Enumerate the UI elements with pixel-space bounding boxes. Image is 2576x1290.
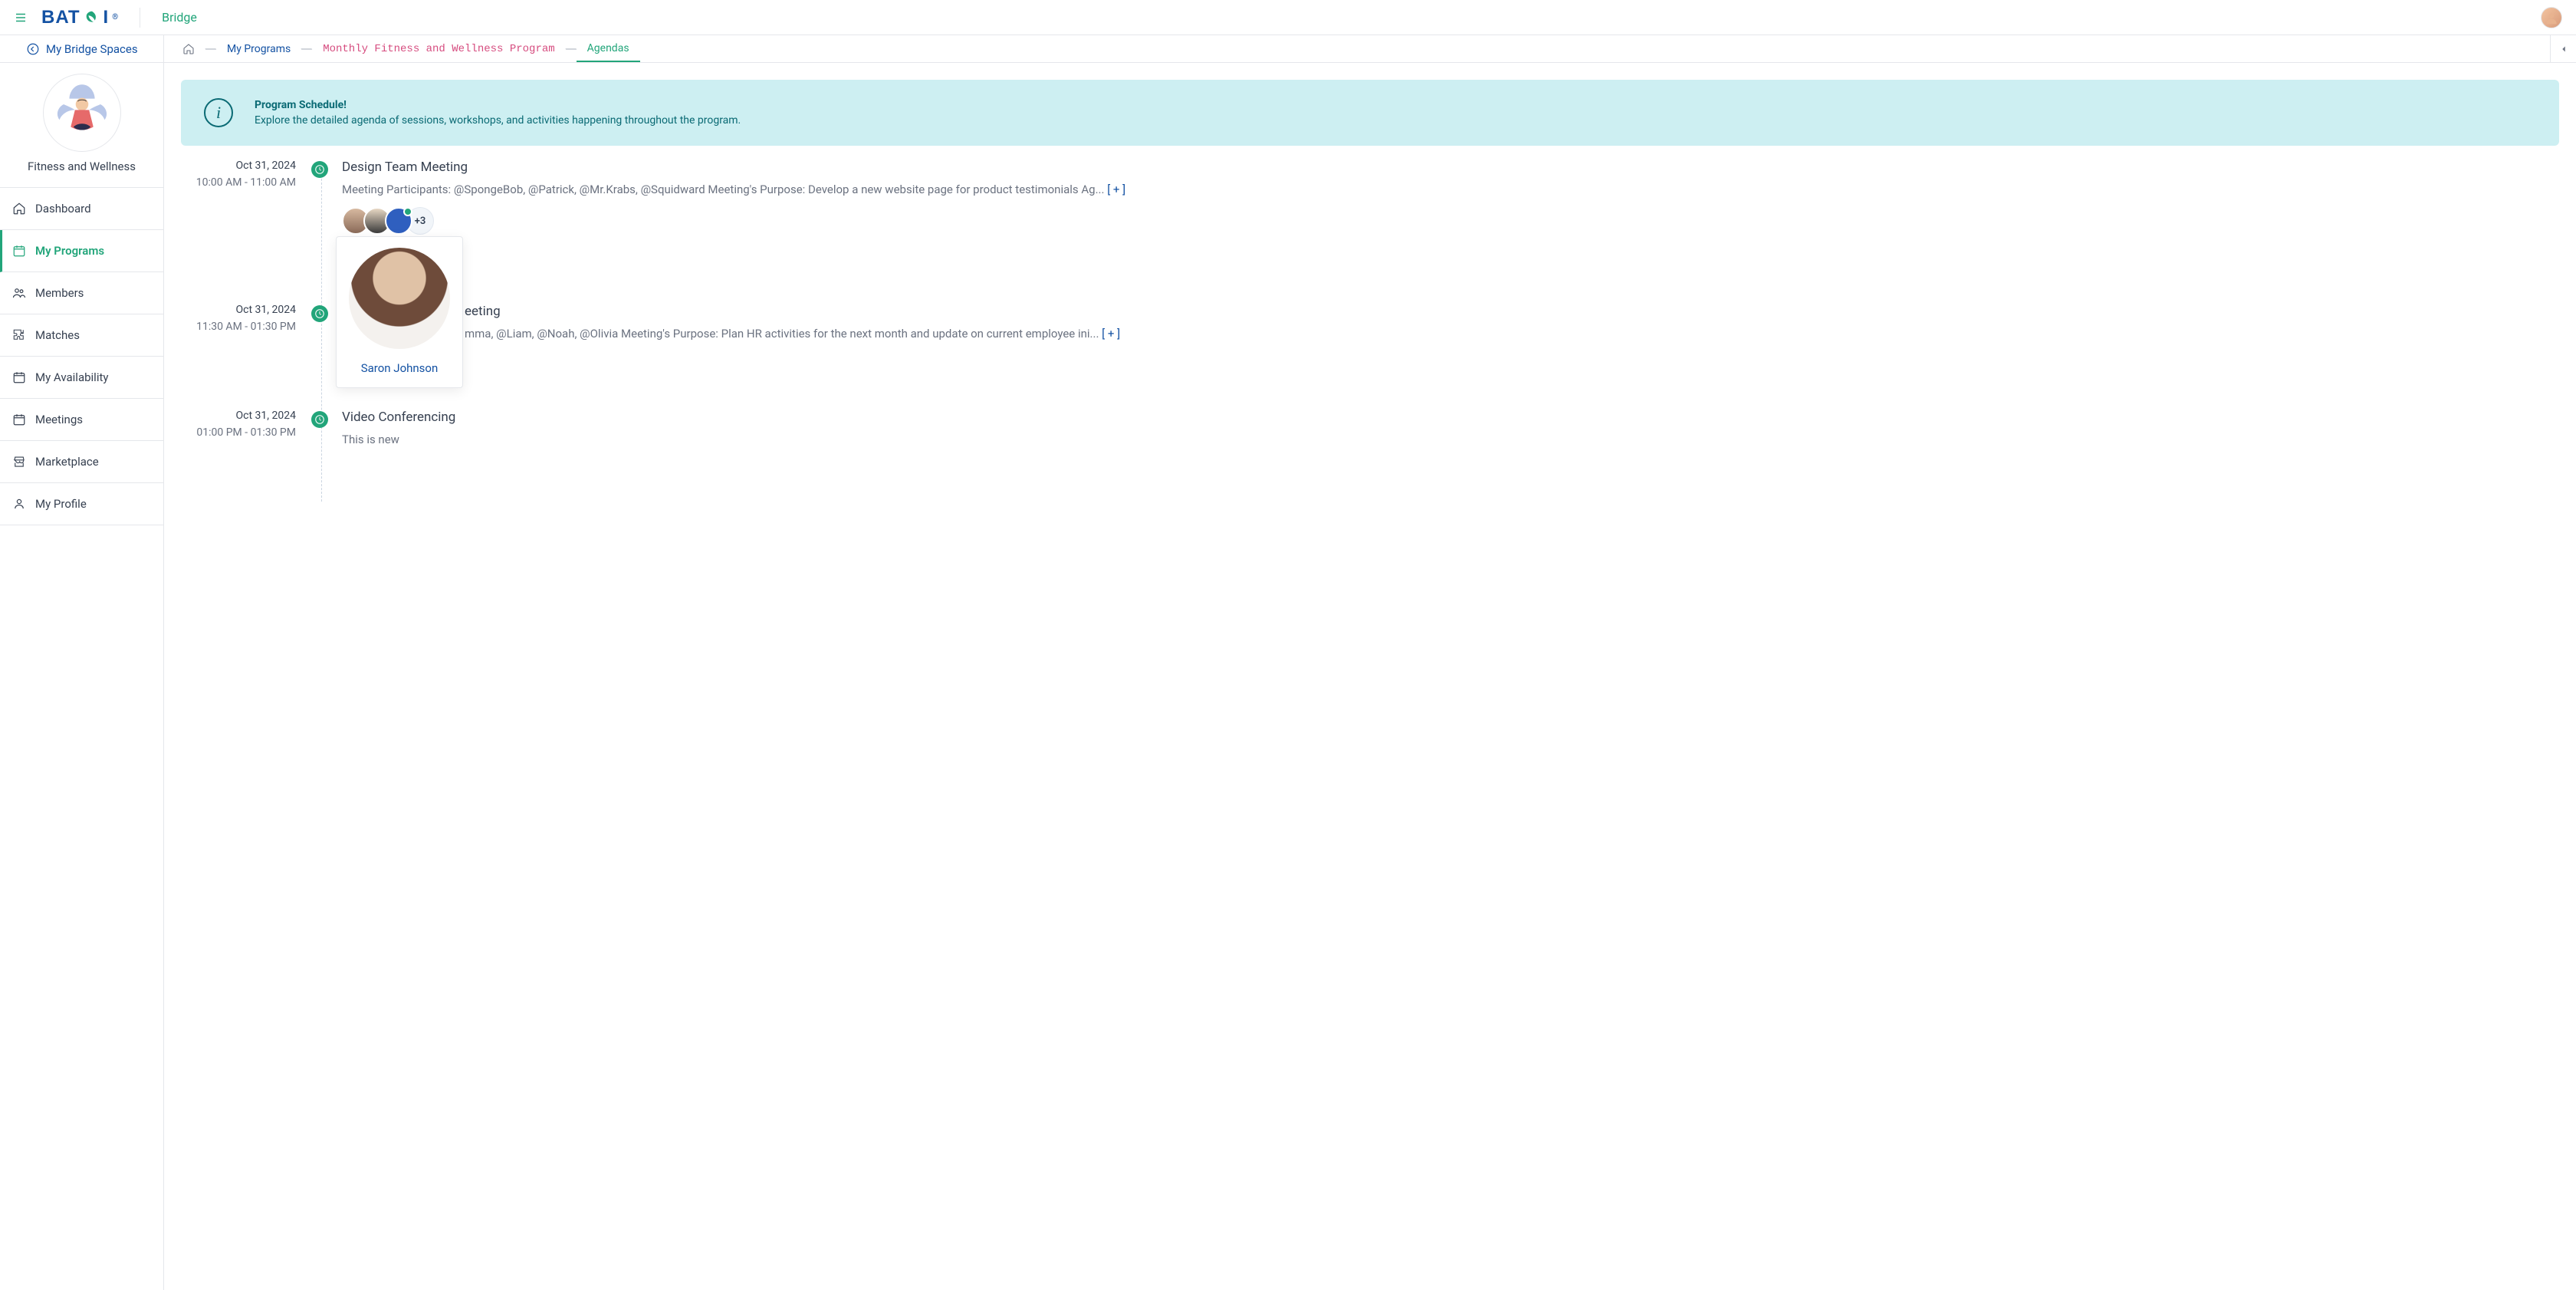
agenda-desc-text: mma, @Liam, @Noah, @Olivia Meeting's Pur… [465, 327, 1099, 341]
calendar-icon [12, 370, 26, 384]
agenda-title[interactable]: Design Team Meeting [342, 160, 2559, 175]
crumb-sep [301, 35, 312, 62]
collapse-panel-button[interactable] [2550, 35, 2576, 62]
logo-text: BAT [41, 7, 80, 28]
meditation-icon [47, 77, 117, 148]
clock-icon [314, 308, 325, 319]
crumb-sep [566, 35, 577, 62]
back-label: My Bridge Spaces [46, 42, 138, 56]
alert-desc: Explore the detailed agenda of sessions,… [255, 114, 741, 127]
space-avatar [43, 74, 121, 152]
timeline-node [311, 411, 328, 428]
user-avatar[interactable] [2541, 7, 2562, 28]
nav-marketplace[interactable]: Marketplace [0, 441, 163, 483]
alert-title: Program Schedule! [255, 99, 741, 111]
app-header: BAT I ® Bridge [0, 0, 2576, 35]
agenda-date: Oct 31, 2024 [181, 304, 296, 316]
calendar-icon [12, 413, 26, 426]
agenda-date: Oct 31, 2024 [181, 410, 296, 422]
calendar-icon [12, 244, 26, 258]
expand-button[interactable]: [ + ] [1107, 183, 1125, 196]
sidebar: Fitness and Wellness Dashboard My Progra… [0, 63, 164, 1290]
agenda-date: Oct 31, 2024 [181, 160, 296, 172]
product-name[interactable]: Bridge [162, 10, 197, 25]
nav-label: My Profile [35, 497, 87, 511]
participant-avatar[interactable] [385, 207, 412, 235]
nav-dashboard[interactable]: Dashboard [0, 188, 163, 230]
expand-button[interactable]: [ + ] [1102, 327, 1120, 341]
nav-label: Marketplace [35, 455, 99, 469]
home-icon [12, 202, 26, 216]
info-alert: i Program Schedule! Explore the detailed… [181, 80, 2559, 146]
user-icon [12, 497, 26, 511]
nav-label: Meetings [35, 413, 83, 426]
agenda-title[interactable]: eeting [342, 304, 2559, 319]
logo[interactable]: BAT I ® [41, 7, 118, 28]
agenda-item: Oct 31, 2024 11:30 AM - 01:30 PM eeting … [181, 304, 2559, 410]
nav-my-programs[interactable]: My Programs [0, 230, 163, 272]
agenda-title[interactable]: Video Conferencing [342, 410, 2559, 425]
agenda-desc-text: Meeting Participants: @SpongeBob, @Patri… [342, 183, 1104, 196]
nav-label: My Programs [35, 244, 104, 258]
nav-matches[interactable]: Matches [0, 314, 163, 357]
main-content: i Program Schedule! Explore the detailed… [164, 63, 2576, 1290]
nav-members[interactable]: Members [0, 272, 163, 314]
menu-icon[interactable] [14, 11, 28, 25]
breadcrumb-bar: My Bridge Spaces My Programs Monthly Fit… [0, 35, 2576, 63]
agenda-timeline: Oct 31, 2024 10:00 AM - 11:00 AM Design … [181, 160, 2559, 502]
puzzle-icon [12, 328, 26, 342]
leaf-icon [84, 9, 100, 26]
nav-label: My Availability [35, 370, 108, 384]
crumb-program-name[interactable]: Monthly Fitness and Wellness Program [312, 35, 565, 62]
breadcrumb-track: My Programs Monthly Fitness and Wellness… [164, 35, 2550, 62]
home-icon [182, 43, 195, 55]
nav-profile[interactable]: My Profile [0, 483, 163, 525]
back-circle-icon [26, 42, 40, 56]
agenda-item: Oct 31, 2024 10:00 AM - 11:00 AM Design … [181, 160, 2559, 304]
agenda-item: Oct 31, 2024 01:00 PM - 01:30 PM Video C… [181, 410, 2559, 502]
agenda-time: 01:00 PM - 01:30 PM [181, 426, 296, 439]
back-to-spaces[interactable]: My Bridge Spaces [0, 35, 164, 62]
nav-label: Dashboard [35, 202, 91, 216]
agenda-time: 10:00 AM - 11:00 AM [181, 176, 296, 189]
agenda-time: 11:30 AM - 01:30 PM [181, 321, 296, 333]
hovercard-avatar [349, 248, 450, 349]
clock-icon [314, 164, 325, 175]
participant-avatars: +3 [342, 207, 2559, 235]
agenda-desc: Meeting Participants: @SpongeBob, @Patri… [342, 183, 2559, 196]
nav-label: Members [35, 286, 84, 300]
logo-suffix: I [104, 7, 110, 28]
nav-label: Matches [35, 328, 80, 342]
timeline-node [311, 161, 328, 178]
store-icon [12, 455, 26, 469]
space-name: Fitness and Wellness [28, 160, 136, 173]
triangle-left-icon [2558, 44, 2569, 54]
agenda-desc: This is new [342, 433, 2559, 446]
person-hovercard: Saron Johnson [336, 236, 463, 388]
crumb-my-programs[interactable]: My Programs [216, 35, 301, 62]
crumb-agendas[interactable]: Agendas [577, 35, 640, 62]
info-icon: i [204, 98, 233, 127]
hovercard-name[interactable]: Saron Johnson [361, 361, 439, 375]
crumb-sep [205, 35, 216, 62]
space-card: Fitness and Wellness [0, 63, 163, 188]
clock-icon [314, 414, 325, 425]
nav-meetings[interactable]: Meetings [0, 399, 163, 441]
users-icon [12, 286, 26, 300]
nav-availability[interactable]: My Availability [0, 357, 163, 399]
agenda-desc: mma, @Liam, @Noah, @Olivia Meeting's Pur… [342, 327, 2559, 341]
timeline-node [311, 305, 328, 322]
